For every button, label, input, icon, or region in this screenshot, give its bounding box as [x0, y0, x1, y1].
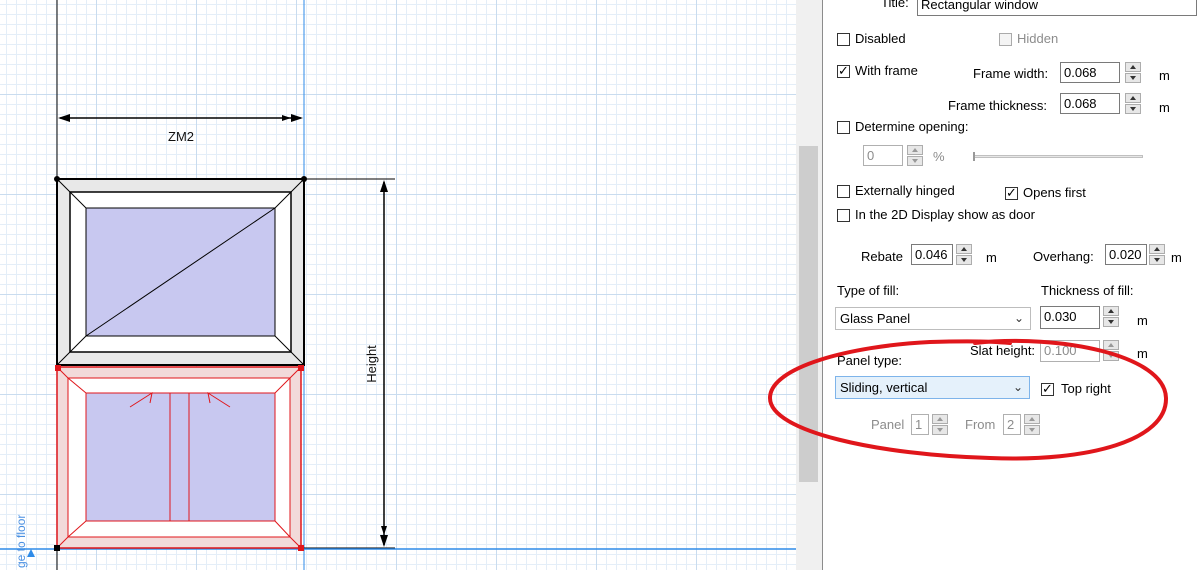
panel-index-spinner[interactable]	[932, 414, 948, 435]
scrollbar-thumb[interactable]	[799, 146, 818, 482]
panel-type-value: Sliding, vertical	[840, 380, 928, 395]
chevron-down-icon: ⌄	[1012, 380, 1023, 394]
overhang-unit: m	[1171, 250, 1182, 265]
frame-width-unit: m	[1159, 68, 1170, 83]
opening-percent-spinner[interactable]	[907, 145, 923, 166]
chevron-down-icon: ⌄	[1013, 311, 1024, 325]
hidden-checkbox[interactable]	[999, 33, 1012, 46]
panel-from-input[interactable]: 2	[1003, 414, 1021, 435]
height-dimension: Height	[304, 178, 395, 549]
panel-type-label: Panel type:	[837, 353, 903, 368]
upper-sash	[54, 176, 307, 366]
opening-percent-input[interactable]: 0	[863, 145, 903, 166]
hidden-label: Hidden	[1017, 31, 1059, 46]
panel-from-spinner[interactable]	[1024, 414, 1040, 435]
show-as-door-checkbox[interactable]	[837, 209, 850, 222]
width-dimension: ZM2	[58, 114, 303, 144]
title-label: Title:	[881, 0, 909, 10]
frame-width-label: Frame width:	[973, 66, 1049, 81]
frame-width-spinner[interactable]	[1125, 62, 1141, 83]
opening-slider-track	[973, 155, 1143, 158]
with-frame-checkbox[interactable]: ✓	[837, 63, 850, 78]
thickness-of-fill-input[interactable]: 0.030	[1040, 306, 1100, 329]
rebate-label: Rebate	[861, 249, 903, 264]
disabled-label: Disabled	[855, 31, 906, 46]
thickness-of-fill-unit: m	[1137, 313, 1148, 328]
overhang-input[interactable]: 0.020	[1105, 244, 1147, 265]
opening-slider-thumb[interactable]	[973, 152, 975, 161]
top-right-label: Top right	[1061, 381, 1111, 396]
type-of-fill-label: Type of fill:	[837, 283, 900, 298]
slat-height-input[interactable]: 0.100	[1040, 340, 1100, 362]
opens-first-label: Opens first	[1023, 185, 1086, 200]
height-dimension-label: Height	[364, 345, 379, 383]
disabled-checkbox[interactable]	[837, 33, 850, 46]
frame-width-input[interactable]: 0.068	[1060, 62, 1120, 83]
overhang-spinner[interactable]	[1149, 244, 1165, 265]
panel-index-label: Panel	[871, 417, 905, 432]
title-input[interactable]: Rectangular window	[917, 0, 1197, 16]
width-dimension-label: ZM2	[168, 129, 194, 144]
frame-thickness-unit: m	[1159, 100, 1170, 115]
type-of-fill-value: Glass Panel	[840, 311, 911, 326]
type-of-fill-select[interactable]: Glass Panel ⌄	[835, 307, 1031, 330]
slat-height-unit: m	[1137, 346, 1148, 361]
floor-marker-icon	[27, 549, 35, 557]
frame-thickness-spinner[interactable]	[1125, 93, 1141, 114]
slat-height-spinner[interactable]	[1103, 340, 1119, 361]
opening-slider[interactable]	[973, 152, 1143, 161]
slat-height-label: Slat height:	[970, 343, 1036, 358]
opening-percent-unit: %	[933, 149, 945, 164]
frame-thickness-input[interactable]: 0.068	[1060, 93, 1120, 114]
thickness-of-fill-label: Thickness of fill:	[1041, 283, 1134, 298]
opens-first-checkbox[interactable]: ✓	[1005, 185, 1018, 200]
panel-type-select[interactable]: Sliding, vertical ⌄	[835, 376, 1030, 399]
overhang-label: Overhang:	[1033, 249, 1094, 264]
rebate-spinner[interactable]	[956, 244, 972, 265]
rebate-unit: m	[986, 250, 997, 265]
window-elevation-drawing[interactable]: ZM2 Height ge to floor	[0, 0, 796, 570]
top-right-checkbox[interactable]: ✓	[1041, 381, 1054, 396]
vertical-scrollbar[interactable]	[796, 0, 822, 570]
panel-from-label: From	[965, 417, 996, 432]
determine-opening-checkbox[interactable]	[837, 121, 850, 134]
thickness-of-fill-spinner[interactable]	[1103, 306, 1119, 327]
drawing-canvas[interactable]: ZM2 Height ge to floor	[0, 0, 796, 570]
show-as-door-label: In the 2D Display show as door	[855, 207, 1035, 222]
with-frame-label: With frame	[855, 63, 918, 78]
externally-hinged-checkbox[interactable]	[837, 185, 850, 198]
determine-opening-label: Determine opening:	[855, 119, 969, 134]
panel-index-input[interactable]: 1	[911, 414, 929, 435]
rebate-input[interactable]: 0.046	[911, 244, 953, 265]
properties-panel: Title: Rectangular window Disabled Hidde…	[823, 0, 1203, 570]
frame-thickness-label: Frame thickness:	[948, 98, 1047, 113]
floor-label: ge to floor	[14, 515, 28, 568]
lower-sash-selected	[54, 365, 304, 551]
externally-hinged-label: Externally hinged	[855, 183, 955, 198]
